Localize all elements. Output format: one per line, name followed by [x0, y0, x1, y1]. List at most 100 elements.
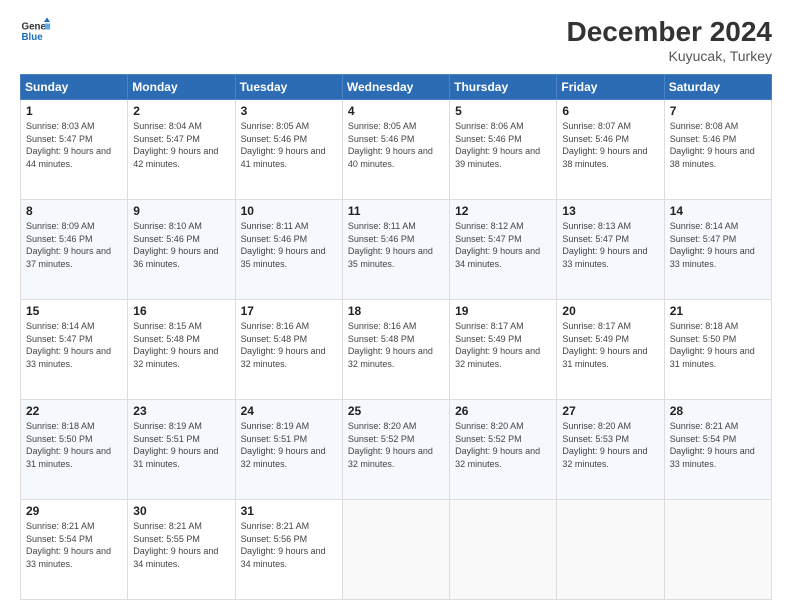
cell-info: Sunrise: 8:21 AMSunset: 5:54 PMDaylight:…: [670, 421, 755, 469]
calendar-cell: 12 Sunrise: 8:12 AMSunset: 5:47 PMDaylig…: [450, 200, 557, 300]
calendar-cell: 7 Sunrise: 8:08 AMSunset: 5:46 PMDayligh…: [664, 100, 771, 200]
day-number: 12: [455, 204, 551, 218]
day-header-tuesday: Tuesday: [235, 75, 342, 100]
title-block: December 2024 Kuyucak, Turkey: [567, 16, 772, 64]
cell-info: Sunrise: 8:06 AMSunset: 5:46 PMDaylight:…: [455, 121, 540, 169]
calendar-cell: 8 Sunrise: 8:09 AMSunset: 5:46 PMDayligh…: [21, 200, 128, 300]
calendar-cell: 11 Sunrise: 8:11 AMSunset: 5:46 PMDaylig…: [342, 200, 449, 300]
day-number: 22: [26, 404, 122, 418]
cell-info: Sunrise: 8:16 AMSunset: 5:48 PMDaylight:…: [241, 321, 326, 369]
calendar-header-row: SundayMondayTuesdayWednesdayThursdayFrid…: [21, 75, 772, 100]
calendar-cell: 30 Sunrise: 8:21 AMSunset: 5:55 PMDaylig…: [128, 500, 235, 600]
cell-info: Sunrise: 8:05 AMSunset: 5:46 PMDaylight:…: [241, 121, 326, 169]
calendar-cell: 29 Sunrise: 8:21 AMSunset: 5:54 PMDaylig…: [21, 500, 128, 600]
calendar-cell: 31 Sunrise: 8:21 AMSunset: 5:56 PMDaylig…: [235, 500, 342, 600]
calendar-cell: 27 Sunrise: 8:20 AMSunset: 5:53 PMDaylig…: [557, 400, 664, 500]
calendar-week-4: 22 Sunrise: 8:18 AMSunset: 5:50 PMDaylig…: [21, 400, 772, 500]
calendar-cell: 4 Sunrise: 8:05 AMSunset: 5:46 PMDayligh…: [342, 100, 449, 200]
day-number: 30: [133, 504, 229, 518]
day-number: 7: [670, 104, 766, 118]
cell-info: Sunrise: 8:12 AMSunset: 5:47 PMDaylight:…: [455, 221, 540, 269]
calendar-cell: 17 Sunrise: 8:16 AMSunset: 5:48 PMDaylig…: [235, 300, 342, 400]
header: General Blue December 2024 Kuyucak, Turk…: [20, 16, 772, 64]
day-number: 16: [133, 304, 229, 318]
cell-info: Sunrise: 8:11 AMSunset: 5:46 PMDaylight:…: [348, 221, 433, 269]
day-number: 25: [348, 404, 444, 418]
cell-info: Sunrise: 8:11 AMSunset: 5:46 PMDaylight:…: [241, 221, 326, 269]
calendar-cell: 5 Sunrise: 8:06 AMSunset: 5:46 PMDayligh…: [450, 100, 557, 200]
calendar-cell: 21 Sunrise: 8:18 AMSunset: 5:50 PMDaylig…: [664, 300, 771, 400]
calendar-cell: 10 Sunrise: 8:11 AMSunset: 5:46 PMDaylig…: [235, 200, 342, 300]
day-number: 15: [26, 304, 122, 318]
day-number: 9: [133, 204, 229, 218]
cell-info: Sunrise: 8:04 AMSunset: 5:47 PMDaylight:…: [133, 121, 218, 169]
logo: General Blue: [20, 16, 50, 46]
cell-info: Sunrise: 8:21 AMSunset: 5:55 PMDaylight:…: [133, 521, 218, 569]
cell-info: Sunrise: 8:17 AMSunset: 5:49 PMDaylight:…: [562, 321, 647, 369]
cell-info: Sunrise: 8:21 AMSunset: 5:54 PMDaylight:…: [26, 521, 111, 569]
svg-text:Blue: Blue: [22, 32, 44, 43]
calendar-cell: 16 Sunrise: 8:15 AMSunset: 5:48 PMDaylig…: [128, 300, 235, 400]
day-number: 10: [241, 204, 337, 218]
day-number: 23: [133, 404, 229, 418]
day-number: 8: [26, 204, 122, 218]
cell-info: Sunrise: 8:05 AMSunset: 5:46 PMDaylight:…: [348, 121, 433, 169]
day-number: 13: [562, 204, 658, 218]
calendar-cell: 25 Sunrise: 8:20 AMSunset: 5:52 PMDaylig…: [342, 400, 449, 500]
cell-info: Sunrise: 8:18 AMSunset: 5:50 PMDaylight:…: [26, 421, 111, 469]
cell-info: Sunrise: 8:13 AMSunset: 5:47 PMDaylight:…: [562, 221, 647, 269]
day-number: 26: [455, 404, 551, 418]
cell-info: Sunrise: 8:16 AMSunset: 5:48 PMDaylight:…: [348, 321, 433, 369]
calendar-cell: 6 Sunrise: 8:07 AMSunset: 5:46 PMDayligh…: [557, 100, 664, 200]
day-number: 20: [562, 304, 658, 318]
calendar-table: SundayMondayTuesdayWednesdayThursdayFrid…: [20, 74, 772, 600]
cell-info: Sunrise: 8:07 AMSunset: 5:46 PMDaylight:…: [562, 121, 647, 169]
calendar-cell: 3 Sunrise: 8:05 AMSunset: 5:46 PMDayligh…: [235, 100, 342, 200]
day-number: 18: [348, 304, 444, 318]
calendar-cell: [664, 500, 771, 600]
day-number: 4: [348, 104, 444, 118]
day-number: 17: [241, 304, 337, 318]
calendar-week-2: 8 Sunrise: 8:09 AMSunset: 5:46 PMDayligh…: [21, 200, 772, 300]
cell-info: Sunrise: 8:15 AMSunset: 5:48 PMDaylight:…: [133, 321, 218, 369]
cell-info: Sunrise: 8:10 AMSunset: 5:46 PMDaylight:…: [133, 221, 218, 269]
day-number: 11: [348, 204, 444, 218]
calendar-cell: [342, 500, 449, 600]
day-header-friday: Friday: [557, 75, 664, 100]
location-title: Kuyucak, Turkey: [567, 48, 772, 64]
page: General Blue December 2024 Kuyucak, Turk…: [0, 0, 792, 612]
calendar-cell: 26 Sunrise: 8:20 AMSunset: 5:52 PMDaylig…: [450, 400, 557, 500]
day-number: 31: [241, 504, 337, 518]
calendar-cell: 28 Sunrise: 8:21 AMSunset: 5:54 PMDaylig…: [664, 400, 771, 500]
cell-info: Sunrise: 8:19 AMSunset: 5:51 PMDaylight:…: [133, 421, 218, 469]
day-number: 14: [670, 204, 766, 218]
logo-icon: General Blue: [20, 16, 50, 46]
calendar-week-5: 29 Sunrise: 8:21 AMSunset: 5:54 PMDaylig…: [21, 500, 772, 600]
calendar-body: 1 Sunrise: 8:03 AMSunset: 5:47 PMDayligh…: [21, 100, 772, 600]
day-number: 6: [562, 104, 658, 118]
calendar-cell: 20 Sunrise: 8:17 AMSunset: 5:49 PMDaylig…: [557, 300, 664, 400]
day-header-thursday: Thursday: [450, 75, 557, 100]
day-header-sunday: Sunday: [21, 75, 128, 100]
cell-info: Sunrise: 8:21 AMSunset: 5:56 PMDaylight:…: [241, 521, 326, 569]
calendar-cell: 24 Sunrise: 8:19 AMSunset: 5:51 PMDaylig…: [235, 400, 342, 500]
calendar-week-1: 1 Sunrise: 8:03 AMSunset: 5:47 PMDayligh…: [21, 100, 772, 200]
cell-info: Sunrise: 8:03 AMSunset: 5:47 PMDaylight:…: [26, 121, 111, 169]
calendar-cell: 13 Sunrise: 8:13 AMSunset: 5:47 PMDaylig…: [557, 200, 664, 300]
day-number: 21: [670, 304, 766, 318]
cell-info: Sunrise: 8:19 AMSunset: 5:51 PMDaylight:…: [241, 421, 326, 469]
day-number: 29: [26, 504, 122, 518]
calendar-cell: 22 Sunrise: 8:18 AMSunset: 5:50 PMDaylig…: [21, 400, 128, 500]
day-header-saturday: Saturday: [664, 75, 771, 100]
calendar-cell: 9 Sunrise: 8:10 AMSunset: 5:46 PMDayligh…: [128, 200, 235, 300]
day-header-monday: Monday: [128, 75, 235, 100]
cell-info: Sunrise: 8:14 AMSunset: 5:47 PMDaylight:…: [26, 321, 111, 369]
calendar-week-3: 15 Sunrise: 8:14 AMSunset: 5:47 PMDaylig…: [21, 300, 772, 400]
day-number: 5: [455, 104, 551, 118]
day-number: 24: [241, 404, 337, 418]
cell-info: Sunrise: 8:09 AMSunset: 5:46 PMDaylight:…: [26, 221, 111, 269]
calendar-cell: 14 Sunrise: 8:14 AMSunset: 5:47 PMDaylig…: [664, 200, 771, 300]
day-number: 28: [670, 404, 766, 418]
calendar-cell: [557, 500, 664, 600]
day-number: 2: [133, 104, 229, 118]
